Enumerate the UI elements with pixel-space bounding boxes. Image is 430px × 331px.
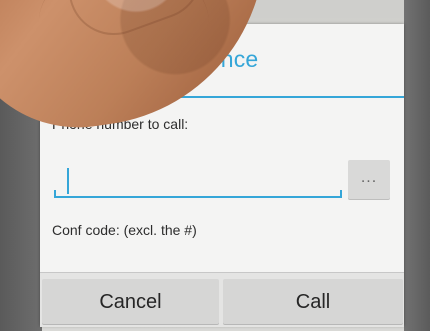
conference-code-label: Conf code: (excl. the #) bbox=[52, 222, 197, 238]
screen-scene: int Conference Phone number to call: ...… bbox=[0, 0, 430, 331]
right-shadow bbox=[404, 0, 430, 331]
text-cursor bbox=[67, 168, 69, 194]
dialog-button-row: Cancel Call bbox=[40, 272, 404, 327]
cancel-button[interactable]: Cancel bbox=[42, 279, 219, 325]
ellipsis-icon: ... bbox=[360, 169, 378, 186]
phone-number-input[interactable] bbox=[54, 148, 342, 198]
contact-picker-button[interactable]: ... bbox=[348, 160, 390, 200]
call-button[interactable]: Call bbox=[223, 279, 403, 325]
phone-number-underline bbox=[54, 190, 342, 198]
